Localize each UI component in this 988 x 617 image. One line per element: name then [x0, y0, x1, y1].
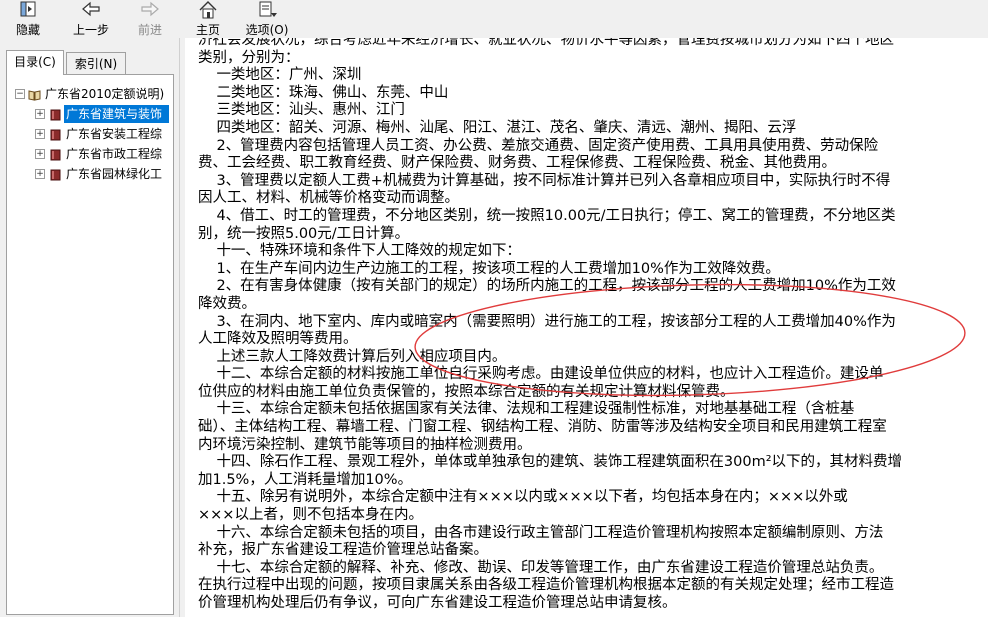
- document-line: 十六、本综合定额未包括的项目，由各市建设行政主管部门工程造价管理机构按照本定额编…: [198, 524, 884, 541]
- back-button[interactable]: 上一步: [66, 0, 116, 37]
- arrow-left-icon: [80, 0, 102, 20]
- book-icon: [49, 128, 62, 141]
- document-line: 费、工会经费、职工教育经费、财产保险费、财务费、工程保修费、工程保险费、税金、其…: [198, 155, 836, 172]
- document-line: 十七、本综合定额的解释、补充、修改、勘误、印发等管理工作，由广东省建设工程造价管…: [198, 559, 884, 576]
- document-line: 济社会发展状况，综合考虑近年来经济增长、就业状况、物价水平等因素，管理费按城市划…: [198, 38, 894, 48]
- expand-icon[interactable]: +: [35, 169, 45, 179]
- options-button[interactable]: 选项(O): [242, 0, 292, 37]
- tree-item-label: 广东省市政工程综: [66, 147, 163, 161]
- document-line: 十一、特殊环境和条件下人工降效的规定如下：: [198, 243, 521, 260]
- forward-button[interactable]: 前进: [128, 0, 172, 37]
- tree-root[interactable]: − 广东省2010定额说明): [7, 85, 173, 103]
- expand-icon[interactable]: +: [35, 149, 45, 159]
- document-line: 内环境污染控制、建筑节能等项目的抽样检测费用。: [198, 436, 532, 453]
- contents-tree[interactable]: − 广东省2010定额说明) + 广东省建筑与装饰 + 广东省安装工程综 + 广…: [6, 74, 174, 615]
- document-line: 一类地区：广州、深圳: [198, 67, 362, 84]
- arrow-right-icon: [139, 0, 161, 20]
- document-line: 补充，报广东省建设工程造价管理总站备案。: [198, 542, 488, 559]
- navigation-pane: 目录(C) 索引(N) − 广东省2010定额说明) + 广东省建筑与装饰 + …: [0, 38, 179, 617]
- document-line: 位供应的材料由施工单位负责保管的，按照本综合定额的有关规定计算材料保管费。: [198, 383, 735, 400]
- hide-button[interactable]: 隐藏: [8, 0, 48, 37]
- document-line: 在执行过程中出现的问题，按项目隶属关系由各级工程造价管理机构根据本定额的有关规定…: [198, 577, 894, 594]
- tree-item-installation[interactable]: + 广东省安装工程综: [7, 125, 173, 143]
- document-line: 4、借工、时工的管理费，不分地区类别，统一按照10.00元/工日执行；停工、窝工…: [198, 207, 896, 224]
- tab-contents[interactable]: 目录(C): [6, 50, 64, 75]
- book-icon: [49, 168, 62, 181]
- document-line: 二类地区：珠海、佛山、东莞、中山: [198, 84, 449, 101]
- document-line: 1、在生产车间内边生产边施工的工程，按该项工程的人工费增加10%作为工效降效费。: [198, 260, 780, 277]
- document-line: 十三、本综合定额未包括依据国家有关法律、法规和工程建设强制性标准，对地基基础工程…: [198, 401, 855, 418]
- document-line: 降效费。: [198, 295, 256, 312]
- home-icon: [197, 0, 219, 20]
- document-line: 别，统一按照5.00元/工日计算。: [198, 225, 410, 242]
- document-line: 因人工、材料、机械等价格变动而调整。: [198, 190, 459, 207]
- document-line: 础）、主体结构工程、幕墙工程、门窗工程、钢结构工程、消防、防雷等涉及结构安全项目…: [198, 419, 887, 436]
- tree-item-label: 广东省安装工程综: [66, 127, 163, 141]
- tree-item-building[interactable]: + 广东省建筑与装饰: [7, 105, 173, 123]
- document-text: 济社会发展状况，综合考虑近年来经济增长、就业状况、物价水平等因素，管理费按城市划…: [198, 38, 978, 613]
- tree-item-landscape[interactable]: + 广东省园林绿化工: [7, 165, 173, 183]
- document-line: 上述三款人工降效费计算后列入相应项目内。: [198, 348, 507, 365]
- book-open-icon: [28, 88, 41, 101]
- document-line: 十四、除石作工程、景观工程外，单体或单独承包的建筑、装饰工程建筑面积在300m²…: [198, 454, 903, 471]
- document-line: 价管理机构处理后仍有争议，可向广东省建设工程造价管理总站申请复核。: [198, 595, 677, 611]
- document-line: 人工降效及照明等费用。: [198, 331, 358, 348]
- home-button[interactable]: 主页: [186, 0, 230, 37]
- document-line: 2、在有害身体健康（按有关部门的规定）的场所内施工的工程，按该部分工程的人工费增…: [198, 278, 896, 295]
- document-line: 加1.5%，人工消耗量增加10%。: [198, 471, 413, 488]
- tab-index[interactable]: 索引(N): [66, 52, 126, 75]
- expand-icon[interactable]: +: [35, 109, 45, 119]
- toolbar: 隐藏 上一步 前进 主页 选项(O): [0, 0, 988, 38]
- document-line: 四类地区：韶关、河源、梅州、汕尾、阳江、湛江、茂名、肇庆、清远、潮州、揭阳、云浮: [198, 119, 797, 136]
- tree-item-municipal[interactable]: + 广东省市政工程综: [7, 145, 173, 163]
- book-icon: [49, 148, 62, 161]
- book-icon: [49, 108, 62, 121]
- document-line: 十二、本综合定额的材料按施工单位自行采购考虑。由建设单位供应的材料，也应计入工程…: [198, 366, 884, 383]
- document-line: 2、管理费内容包括管理人员工资、办公费、差旅交通费、固定资产使用费、工具用具使用…: [198, 137, 879, 154]
- document-pane[interactable]: 济社会发展状况，综合考虑近年来经济增长、就业状况、物价水平等因素，管理费按城市划…: [185, 38, 988, 617]
- document-line: 三类地区：汕头、惠州、江门: [198, 102, 405, 119]
- options-menu-icon: [256, 0, 278, 20]
- hide-pane-icon: [17, 0, 39, 20]
- document-line: ×××以上者，则不包括本身在内。: [198, 507, 423, 524]
- document-line: 3、在洞内、地下室内、库内或暗室内（需要照明）进行施工的工程，按该部分工程的人工…: [198, 313, 896, 330]
- tree-root-label: 广东省2010定额说明): [45, 87, 165, 101]
- document-line: 3、管理费以定额人工费+机械费为计算基础，按不同标准计算并已列入各章相应项目中，…: [198, 172, 891, 189]
- collapse-icon[interactable]: −: [15, 89, 25, 99]
- document-line: 十五、除另有说明外，本综合定额中注有×××以内或×××以下者，均包括本身在内；×…: [198, 489, 848, 506]
- document-line: 类别，分别为：: [198, 49, 300, 66]
- expand-icon[interactable]: +: [35, 129, 45, 139]
- tree-item-label: 广东省园林绿化工: [66, 167, 163, 181]
- tree-item-label: 广东省建筑与装饰: [64, 105, 169, 123]
